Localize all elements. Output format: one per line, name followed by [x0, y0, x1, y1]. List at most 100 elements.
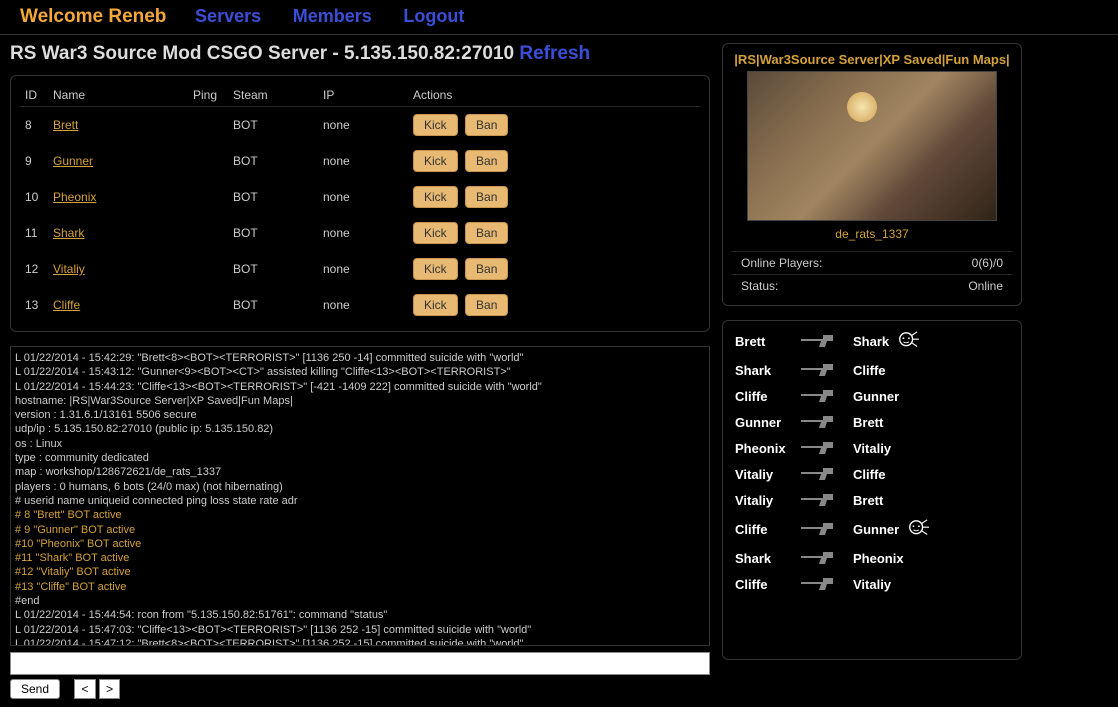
- kick-button[interactable]: Kick: [413, 258, 458, 280]
- prev-button[interactable]: <: [74, 679, 95, 699]
- table-row: 13 Cliffe BOT none Kick Ban: [19, 287, 701, 323]
- console-line: L 01/22/2014 - 15:44:54: rcon from "5.13…: [15, 608, 705, 622]
- console-line: hostname: |RS|War3Source Server|XP Saved…: [15, 394, 705, 408]
- player-link[interactable]: Pheonix: [53, 190, 96, 204]
- weapon-icon: [799, 576, 839, 592]
- killer-name: Cliffe: [735, 389, 793, 404]
- kick-button[interactable]: Kick: [413, 186, 458, 208]
- victim-name: Gunner: [853, 522, 899, 537]
- ban-button[interactable]: Ban: [465, 222, 508, 244]
- welcome-text: Welcome Reneb: [20, 6, 166, 27]
- cell-steam: BOT: [227, 107, 317, 144]
- nav-logout[interactable]: Logout: [403, 6, 464, 26]
- killfeed-row: Shark Pheonix: [727, 545, 1017, 571]
- col-name: Name: [47, 84, 187, 107]
- killfeed-row: Pheonix Vitaliy: [727, 435, 1017, 461]
- next-button[interactable]: >: [99, 679, 120, 699]
- ban-button[interactable]: Ban: [465, 294, 508, 316]
- victim-name: Gunner: [853, 389, 899, 404]
- cell-ping: [187, 179, 227, 215]
- killfeed-row: Shark Cliffe: [727, 357, 1017, 383]
- table-row: 8 Brett BOT none Kick Ban: [19, 107, 701, 144]
- console-line: players : 0 humans, 6 bots (24/0 max) (n…: [15, 480, 705, 494]
- cell-id: 10: [19, 179, 47, 215]
- player-link[interactable]: Brett: [53, 118, 78, 132]
- killer-name: Brett: [735, 334, 793, 349]
- cell-id: 13: [19, 287, 47, 323]
- col-ping: Ping: [187, 84, 227, 107]
- cell-ping: [187, 143, 227, 179]
- console-line: #end: [15, 594, 705, 608]
- victim-name: Vitaliy: [853, 577, 891, 592]
- victim-name: Pheonix: [853, 551, 904, 566]
- weapon-icon: [799, 388, 839, 404]
- cell-ip: none: [317, 143, 407, 179]
- command-input[interactable]: [10, 652, 710, 675]
- victim-name: Shark: [853, 334, 889, 349]
- cell-steam: BOT: [227, 251, 317, 287]
- col-steam: Steam: [227, 84, 317, 107]
- console-line: #12 "Vitaliy" BOT active: [15, 565, 705, 579]
- killer-name: Shark: [735, 363, 793, 378]
- col-ip: IP: [317, 84, 407, 107]
- ban-button[interactable]: Ban: [465, 150, 508, 172]
- ban-button[interactable]: Ban: [465, 114, 508, 136]
- online-players-value: 0(6)/0: [972, 256, 1003, 270]
- console-line: L 01/22/2014 - 15:44:23: "Cliffe<13><BOT…: [15, 380, 705, 394]
- console-line: version : 1.31.6.1/13161 5506 secure: [15, 408, 705, 422]
- cell-id: 11: [19, 215, 47, 251]
- weapon-icon: [799, 362, 839, 378]
- cell-id: 9: [19, 143, 47, 179]
- player-link[interactable]: Cliffe: [53, 298, 80, 312]
- table-row: 9 Gunner BOT none Kick Ban: [19, 143, 701, 179]
- kick-button[interactable]: Kick: [413, 294, 458, 316]
- victim-name: Cliffe: [853, 363, 886, 378]
- kick-button[interactable]: Kick: [413, 114, 458, 136]
- table-row: 10 Pheonix BOT none Kick Ban: [19, 179, 701, 215]
- online-players-row: Online Players: 0(6)/0: [731, 251, 1013, 274]
- cell-ip: none: [317, 251, 407, 287]
- kick-button[interactable]: Kick: [413, 150, 458, 172]
- headshot-icon: [907, 518, 929, 540]
- cell-steam: BOT: [227, 143, 317, 179]
- kick-button[interactable]: Kick: [413, 222, 458, 244]
- killfeed-row: Brett Shark: [727, 325, 1017, 357]
- refresh-link[interactable]: Refresh: [519, 43, 590, 64]
- console-line: type : community dedicated: [15, 451, 705, 465]
- cell-id: 8: [19, 107, 47, 144]
- console-line: #11 "Shark" BOT active: [15, 551, 705, 565]
- killfeed-row: Vitaliy Cliffe: [727, 461, 1017, 487]
- players-panel: ID Name Ping Steam IP Actions 8 Brett BO…: [10, 75, 710, 332]
- send-button[interactable]: Send: [10, 679, 60, 699]
- console-log[interactable]: L 01/22/2014 - 15:42:29: "Brett<8><BOT><…: [10, 346, 710, 646]
- cell-ping: [187, 215, 227, 251]
- map-image: [747, 71, 997, 221]
- victim-name: Brett: [853, 493, 883, 508]
- console-line: L 01/22/2014 - 15:47:12: "Brett<8><BOT><…: [15, 637, 705, 646]
- col-actions: Actions: [407, 84, 701, 107]
- map-name: de_rats_1337: [731, 227, 1013, 241]
- players-table: ID Name Ping Steam IP Actions 8 Brett BO…: [19, 84, 701, 323]
- console-line: os : Linux: [15, 437, 705, 451]
- console-line: # 9 "Gunner" BOT active: [15, 523, 705, 537]
- cell-ip: none: [317, 107, 407, 144]
- killfeed-panel[interactable]: Brett Shark Shark Cliffe Cliffe Gunner G…: [722, 320, 1022, 660]
- player-link[interactable]: Vitaliy: [53, 262, 85, 276]
- killer-name: Vitaliy: [735, 467, 793, 482]
- table-row: 12 Vitaliy BOT none Kick Ban: [19, 251, 701, 287]
- ban-button[interactable]: Ban: [465, 258, 508, 280]
- cell-steam: BOT: [227, 287, 317, 323]
- server-name: RS War3 Source Mod CSGO Server - 5.135.1…: [10, 43, 514, 64]
- player-link[interactable]: Shark: [53, 226, 84, 240]
- console-line: L 01/22/2014 - 15:43:12: "Gunner<9><BOT>…: [15, 365, 705, 379]
- nav-servers[interactable]: Servers: [195, 6, 261, 26]
- server-title: |RS|War3Source Server|XP Saved|Fun Maps|: [731, 52, 1013, 67]
- table-row: 11 Shark BOT none Kick Ban: [19, 215, 701, 251]
- weapon-icon: [799, 414, 839, 430]
- nav-members[interactable]: Members: [293, 6, 372, 26]
- killer-name: Cliffe: [735, 577, 793, 592]
- ban-button[interactable]: Ban: [465, 186, 508, 208]
- player-link[interactable]: Gunner: [53, 154, 93, 168]
- weapon-icon: [799, 333, 839, 349]
- weapon-icon: [799, 492, 839, 508]
